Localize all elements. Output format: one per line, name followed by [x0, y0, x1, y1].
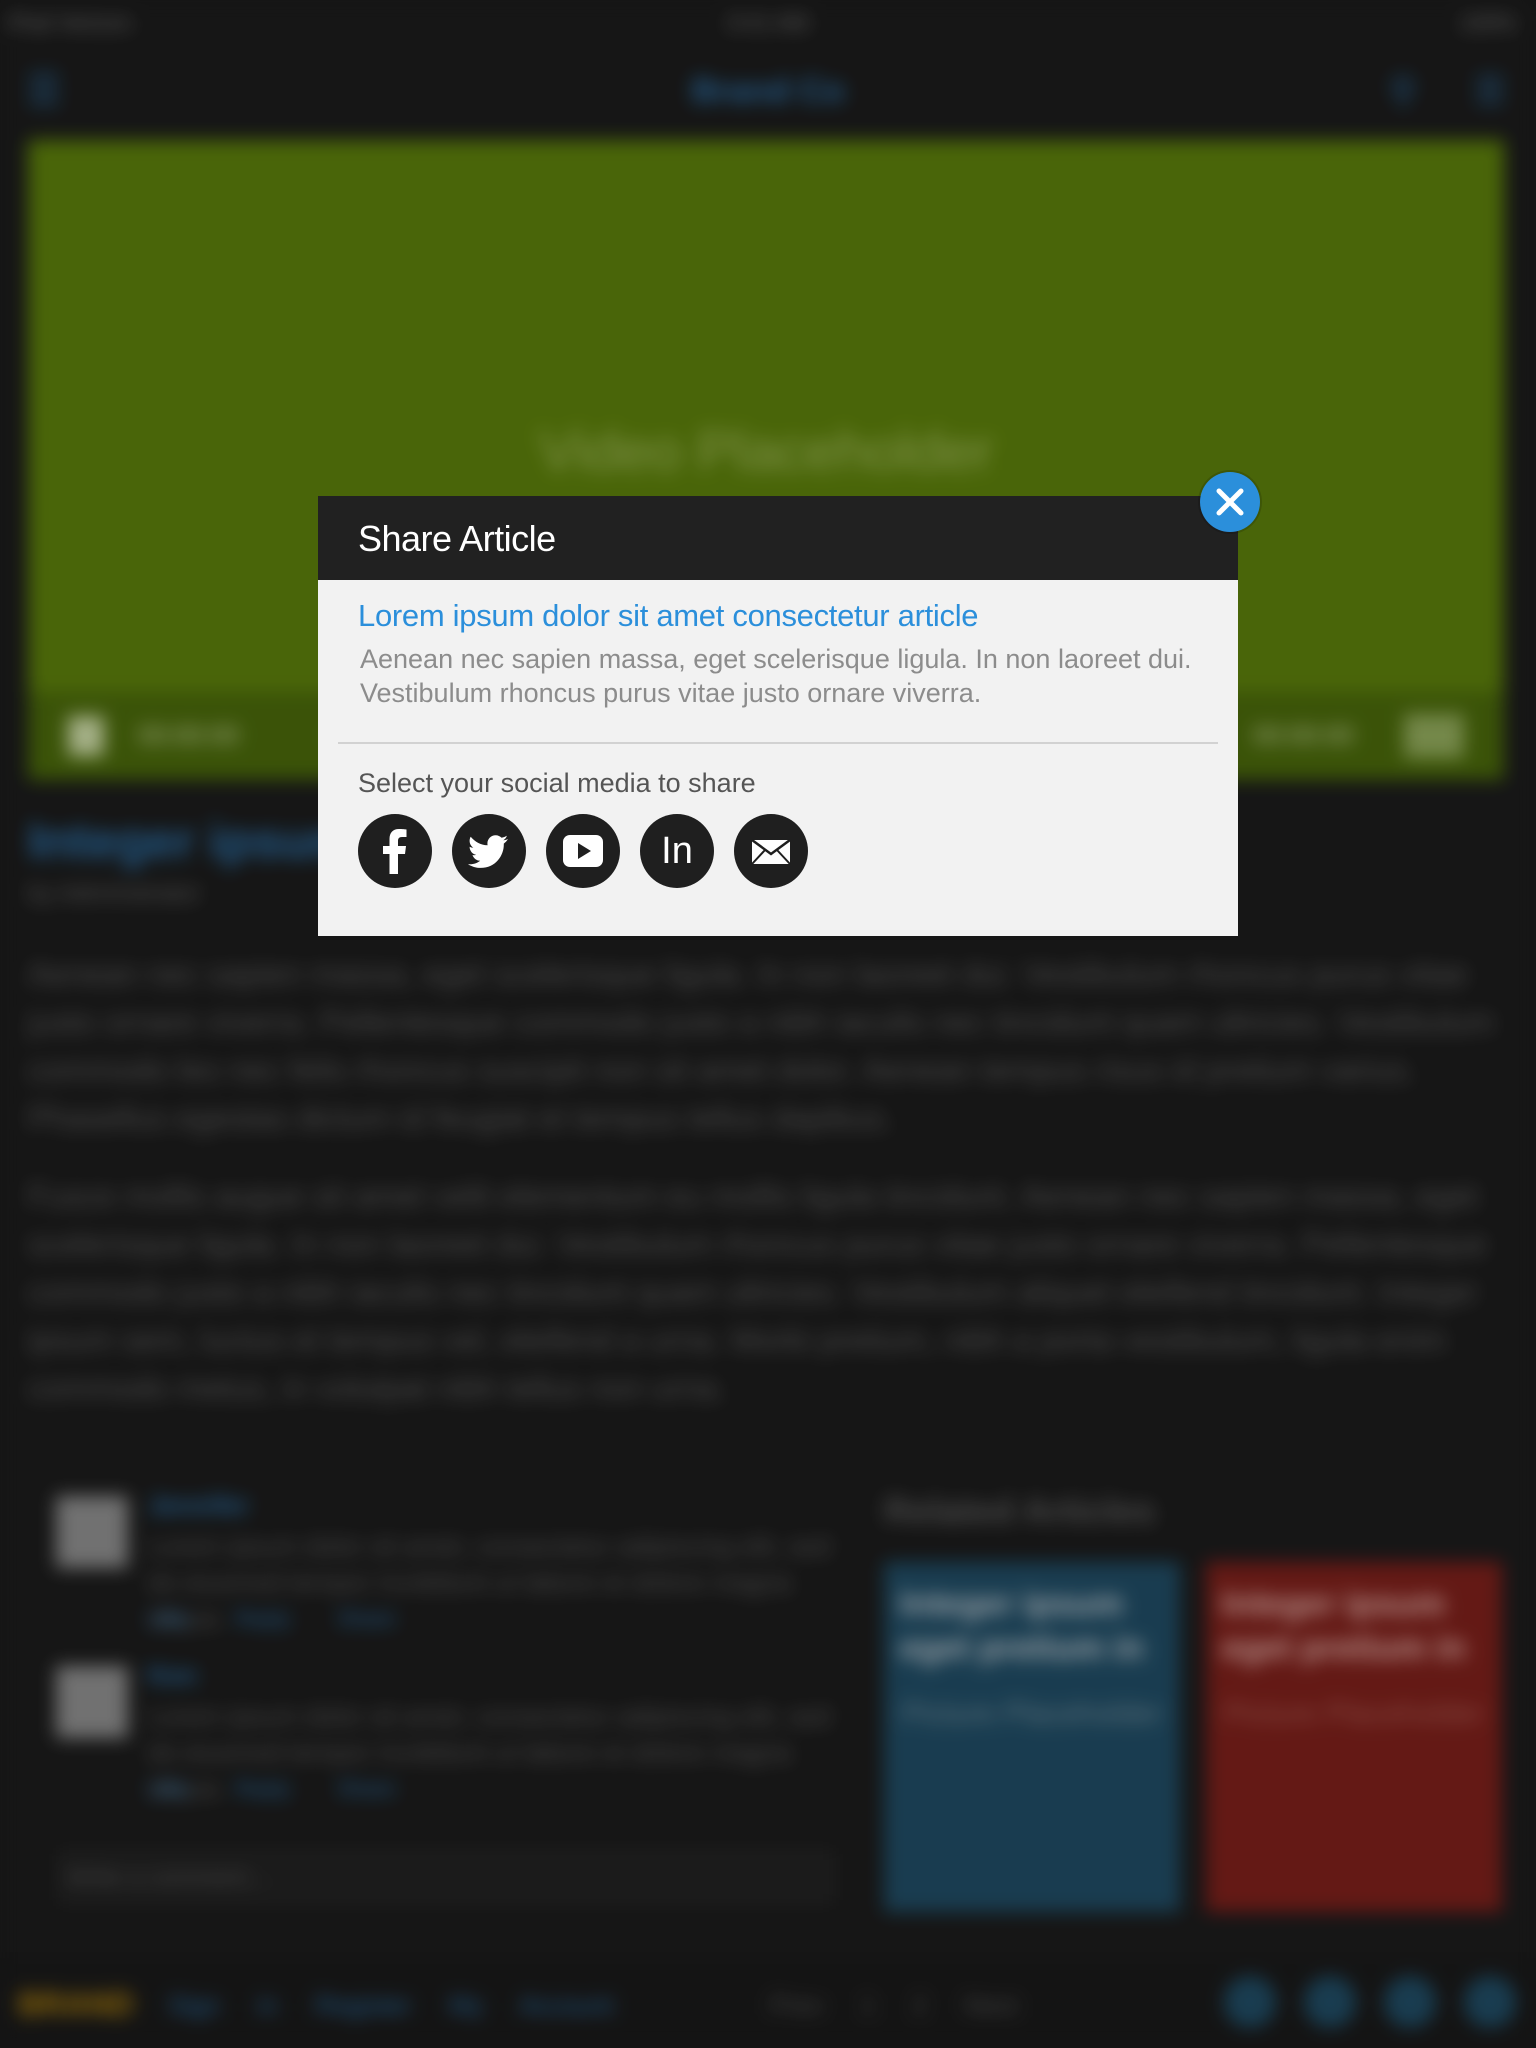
- email-share-button[interactable]: [734, 814, 808, 888]
- facebook-share-button[interactable]: [358, 814, 432, 888]
- modal-title: Share Article: [358, 518, 556, 559]
- twitter-share-button[interactable]: [452, 814, 526, 888]
- modal-header: Share Article: [318, 496, 1238, 580]
- close-icon: [1216, 488, 1244, 516]
- facebook-icon: [383, 829, 407, 874]
- linkedin-icon: In: [661, 830, 693, 872]
- close-modal-button[interactable]: [1200, 472, 1260, 532]
- twitter-icon: [468, 835, 508, 868]
- share-instructions: Select your social media to share: [358, 768, 756, 798]
- email-icon: [751, 838, 791, 865]
- shared-article-description: Aenean nec sapien massa, eget scelerisqu…: [360, 644, 1192, 708]
- youtube-share-button[interactable]: [546, 814, 620, 888]
- linkedin-share-button[interactable]: In: [640, 814, 714, 888]
- linkedin-glyph: In: [661, 830, 693, 872]
- modal-backdrop[interactable]: [0, 0, 1536, 2048]
- share-modal: Share Article Lorem ipsum dolor sit amet…: [318, 496, 1238, 936]
- divider: [338, 742, 1218, 744]
- shared-article-title[interactable]: Lorem ipsum dolor sit amet consectetur a…: [358, 598, 979, 634]
- youtube-icon: [563, 835, 603, 867]
